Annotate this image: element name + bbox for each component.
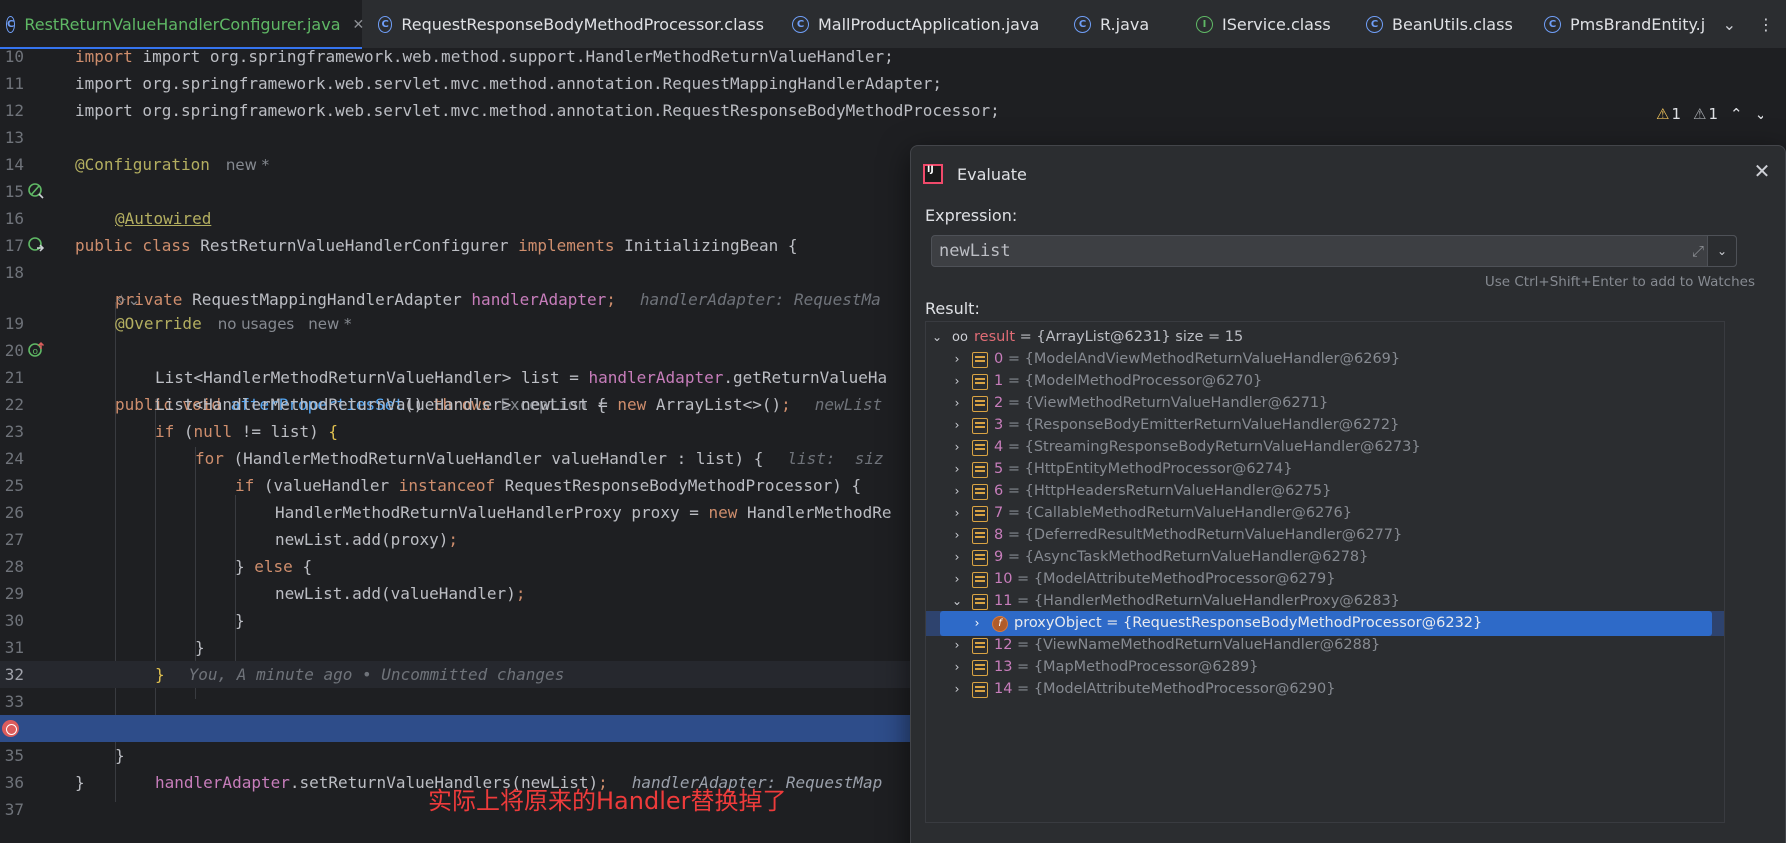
tab-mallproductapplication[interactable]: C MallProductApplication.java [778, 0, 1060, 49]
editor-tab-bar: C RestReturnValueHandlerConfigurer.java … [0, 0, 1786, 50]
chevron-right-icon[interactable]: › [950, 677, 964, 702]
tree-row[interactable]: › 14 = {ModelAttributeMethodProcessor@629… [926, 677, 1724, 702]
code-line: 10 import import org.springframework.web.… [4, 49, 894, 66]
tab-label: R.java [1100, 15, 1150, 34]
close-icon[interactable]: ✕ [1749, 158, 1775, 184]
list-field-icon [972, 396, 988, 412]
list-field-icon [972, 484, 988, 500]
field-object-icon: f [992, 616, 1008, 632]
intellij-app-icon [923, 164, 943, 184]
list-field-icon [972, 638, 988, 654]
tab-label: PmsBrandEntity.j [1570, 15, 1706, 34]
implementing-gutter-icon[interactable] [27, 182, 45, 200]
class-icon: C [378, 16, 393, 33]
tab-label: MallProductApplication.java [818, 15, 1040, 34]
tab-label: IService.class [1222, 15, 1331, 34]
dialog-title: Evaluate [957, 164, 1027, 184]
interface-icon: I [1196, 16, 1213, 33]
list-field-icon [972, 506, 988, 522]
breakpoint-icon[interactable] [2, 720, 19, 737]
autowired-gutter-icon[interactable] [27, 236, 45, 254]
list-field-icon [972, 594, 988, 610]
expression-label: Expression: [925, 206, 1018, 225]
list-field-icon [972, 550, 988, 566]
chevron-down-icon[interactable]: ⌄ [1723, 15, 1736, 34]
tab-label: RequestResponseBodyMethodProcessor.class [401, 15, 764, 34]
result-tree[interactable]: ⌄ oo result = {ArrayList@6231} size = 15… [925, 321, 1725, 823]
list-field-icon [972, 374, 988, 390]
tab-label: BeanUtils.class [1392, 15, 1513, 34]
class-icon: C [1074, 16, 1091, 33]
expression-field[interactable]: newList ⤢ ⌄ [931, 235, 1737, 267]
list-field-icon [972, 682, 988, 698]
class-icon: C [1544, 16, 1561, 33]
tab-requestresponsebodymethodprocessor[interactable]: C RequestResponseBodyMethodProcessor.cla… [362, 0, 778, 49]
svg-text:o: o [33, 347, 39, 357]
expand-icon[interactable]: ⤢ [1692, 242, 1704, 260]
list-field-icon [972, 528, 988, 544]
tab-label: RestReturnValueHandlerConfigurer.java [24, 15, 341, 34]
history-dropdown-button[interactable]: ⌄ [1707, 235, 1737, 267]
result-label: Result: [925, 299, 980, 318]
tab-restreturnvaluehandlerconfigurer[interactable]: C RestReturnValueHandlerConfigurer.java … [0, 0, 364, 50]
more-options-icon[interactable]: ⋮ [1758, 15, 1774, 34]
list-field-icon [972, 660, 988, 676]
code-line: 11 import org.springframework.web.servlet… [4, 74, 942, 93]
class-icon: C [1366, 16, 1383, 33]
watches-hint: Use Ctrl+Shift+Enter to add to Watches [1484, 274, 1755, 290]
tab-r-java[interactable]: C R.java [1060, 0, 1182, 49]
class-icon: C [6, 16, 16, 33]
class-icon: C [792, 16, 809, 33]
list-field-icon [972, 462, 988, 478]
tab-pmsbrandentity[interactable]: C PmsBrandEntity.j [1530, 0, 1720, 49]
list-field-icon [972, 440, 988, 456]
tab-iservice[interactable]: I IService.class [1182, 0, 1352, 49]
list-field-icon [972, 572, 988, 588]
code-line: 12 import org.springframework.web.servlet… [4, 101, 1000, 120]
override-gutter-icon[interactable]: o [27, 341, 45, 359]
evaluate-dialog: Evaluate ✕ Expression: newList ⤢ ⌄ Use C… [910, 145, 1786, 843]
list-field-icon [972, 352, 988, 368]
tab-beanutils[interactable]: C BeanUtils.class [1352, 0, 1530, 49]
expression-input[interactable]: newList [939, 236, 1011, 266]
ai-sparkle-icon[interactable]: ✧⌄ [115, 291, 140, 309]
red-annotation: 实际上将原来的Handler替换掉了 [428, 787, 787, 815]
list-field-icon [972, 418, 988, 434]
watch-glasses-icon: oo [952, 330, 968, 345]
